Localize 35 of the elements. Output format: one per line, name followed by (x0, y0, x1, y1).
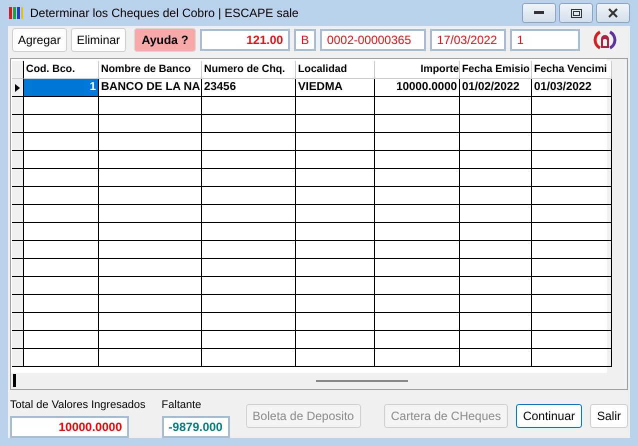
header-corner (12, 61, 24, 79)
help-button[interactable]: Ayuda ? (134, 28, 196, 52)
toolbar-button[interactable]: Eliminar (70, 28, 126, 52)
toolbar-button[interactable]: Agregar (12, 28, 67, 52)
column-header: Fecha Vencimi (532, 61, 612, 79)
close-button[interactable] (596, 3, 630, 23)
action-button[interactable]: Continuar (516, 404, 582, 428)
scrollbar-thumb[interactable] (316, 380, 408, 382)
window-title: Determinar los Cheques del Cobro | ESCAPE sale (30, 6, 299, 20)
total-field: -9879.000 (162, 416, 230, 438)
column-header: Localidad (296, 61, 375, 79)
row-selector[interactable] (12, 79, 24, 97)
text-field[interactable]: 1 (510, 29, 580, 51)
maximize-button[interactable] (559, 3, 593, 23)
action-button[interactable]: Salir (590, 404, 628, 428)
column-header: Numero de Chq. (202, 61, 296, 79)
app-icon (8, 5, 24, 21)
total-label: Total de Valores Ingresados (10, 398, 146, 412)
column-header: Nombre de Banco (99, 61, 202, 79)
column-header: Importe (375, 61, 460, 79)
logo-icon (592, 30, 618, 50)
column-header: Cod. Bco. (24, 61, 99, 79)
minimize-button[interactable] (522, 3, 556, 23)
text-field[interactable]: 17/03/2022 (430, 29, 506, 51)
minimize-icon (534, 11, 544, 15)
close-icon (608, 8, 618, 18)
text-field[interactable]: 0002-00000365 (320, 29, 426, 51)
text-field[interactable]: 121.00 (200, 29, 290, 51)
restore-icon (570, 8, 582, 18)
text-field[interactable]: B (294, 29, 316, 51)
table-cell[interactable]: 1 (24, 79, 99, 97)
column-header: Fecha Emisio (460, 61, 532, 79)
total-field: 10000.0000 (10, 416, 129, 438)
total-label: Faltante (162, 398, 202, 412)
row-pointer-icon (15, 84, 20, 92)
